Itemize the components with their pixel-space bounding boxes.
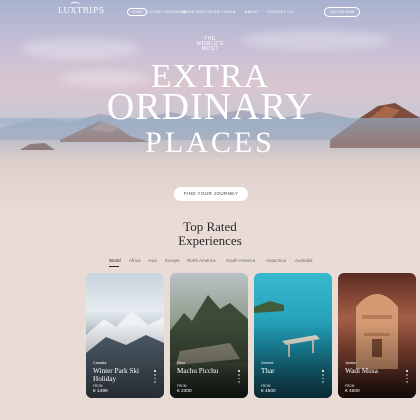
tab-asia[interactable]: Asia [148, 258, 157, 263]
card-location: Greece [261, 361, 274, 365]
card-from-label: FROM [177, 384, 187, 388]
hero-eyebrow: MOST [201, 46, 219, 52]
tab-europe[interactable]: Europe [165, 258, 180, 263]
tab-world[interactable]: World [109, 258, 121, 263]
section-title: Top Rated Experiences [178, 219, 242, 248]
card-title: Wadi Musa [345, 367, 378, 375]
nav-contact-us[interactable]: CONTACT US [267, 10, 293, 14]
nav-luxury-packages[interactable]: LUXURY PACKAGES [147, 10, 186, 14]
find-your-journey-button[interactable]: FIND YOUR JOURNEY [174, 187, 248, 201]
hero-title-line2: ORDINARY [106, 86, 314, 128]
nav-home[interactable]: HOME [127, 8, 147, 16]
experience-card[interactable]: Greece Thar FROM € 4500 [254, 273, 332, 398]
card-price: € 4500 [261, 389, 276, 394]
card-pagination[interactable] [238, 370, 241, 385]
tab-australia[interactable]: Australia [295, 258, 313, 263]
card-pagination[interactable] [406, 370, 409, 385]
card-pagination[interactable] [154, 370, 157, 385]
experience-card[interactable]: Jordan Wadi Musa FROM € 4500 [338, 273, 416, 398]
card-price: € 4500 [345, 389, 360, 394]
logo[interactable]: LUXTRIPS [58, 6, 105, 15]
tab-africa[interactable]: Africa [129, 258, 141, 263]
card-title: Thar [261, 367, 275, 375]
card-from-label: FROM [93, 384, 103, 388]
card-title: Machu Picchu [177, 367, 219, 375]
card-pagination[interactable] [322, 370, 325, 385]
hero-title-line3: PLACES [145, 126, 275, 159]
experience-card[interactable]: Canada Winter Park Ski Holiday FROM € 14… [86, 273, 164, 398]
card-location: Peru [177, 361, 186, 365]
hero-section: LUXTRIPS HOME LUXURY PACKAGES BOOK WITH … [0, 0, 420, 215]
experience-card[interactable]: Peru Machu Picchu FROM € 2300 [170, 273, 248, 398]
card-price: € 2300 [177, 389, 192, 394]
card-from-label: FROM [345, 384, 355, 388]
card-location: Canada [93, 361, 107, 365]
card-from-label: FROM [261, 384, 271, 388]
tab-antarctica[interactable]: Antarctica [266, 258, 286, 263]
nav-sri-lanka[interactable]: SRI LANKA [214, 10, 235, 14]
nav-about[interactable]: ABOUT [245, 10, 259, 14]
card-price: € 1499 [93, 389, 108, 394]
top-nav: LUXTRIPS HOME LUXURY PACKAGES BOOK WITH … [0, 0, 420, 26]
card-title: Winter Park Ski Holiday [93, 367, 140, 383]
nav-book-with-us[interactable]: BOOK WITH US [183, 10, 213, 14]
tab-north-america[interactable]: North America [187, 258, 216, 263]
call-us-button[interactable]: CALL US NOW [324, 7, 360, 17]
card-location: Jordan [345, 361, 357, 365]
active-tab-indicator [109, 266, 119, 267]
tab-south-america[interactable]: South America [226, 258, 255, 263]
